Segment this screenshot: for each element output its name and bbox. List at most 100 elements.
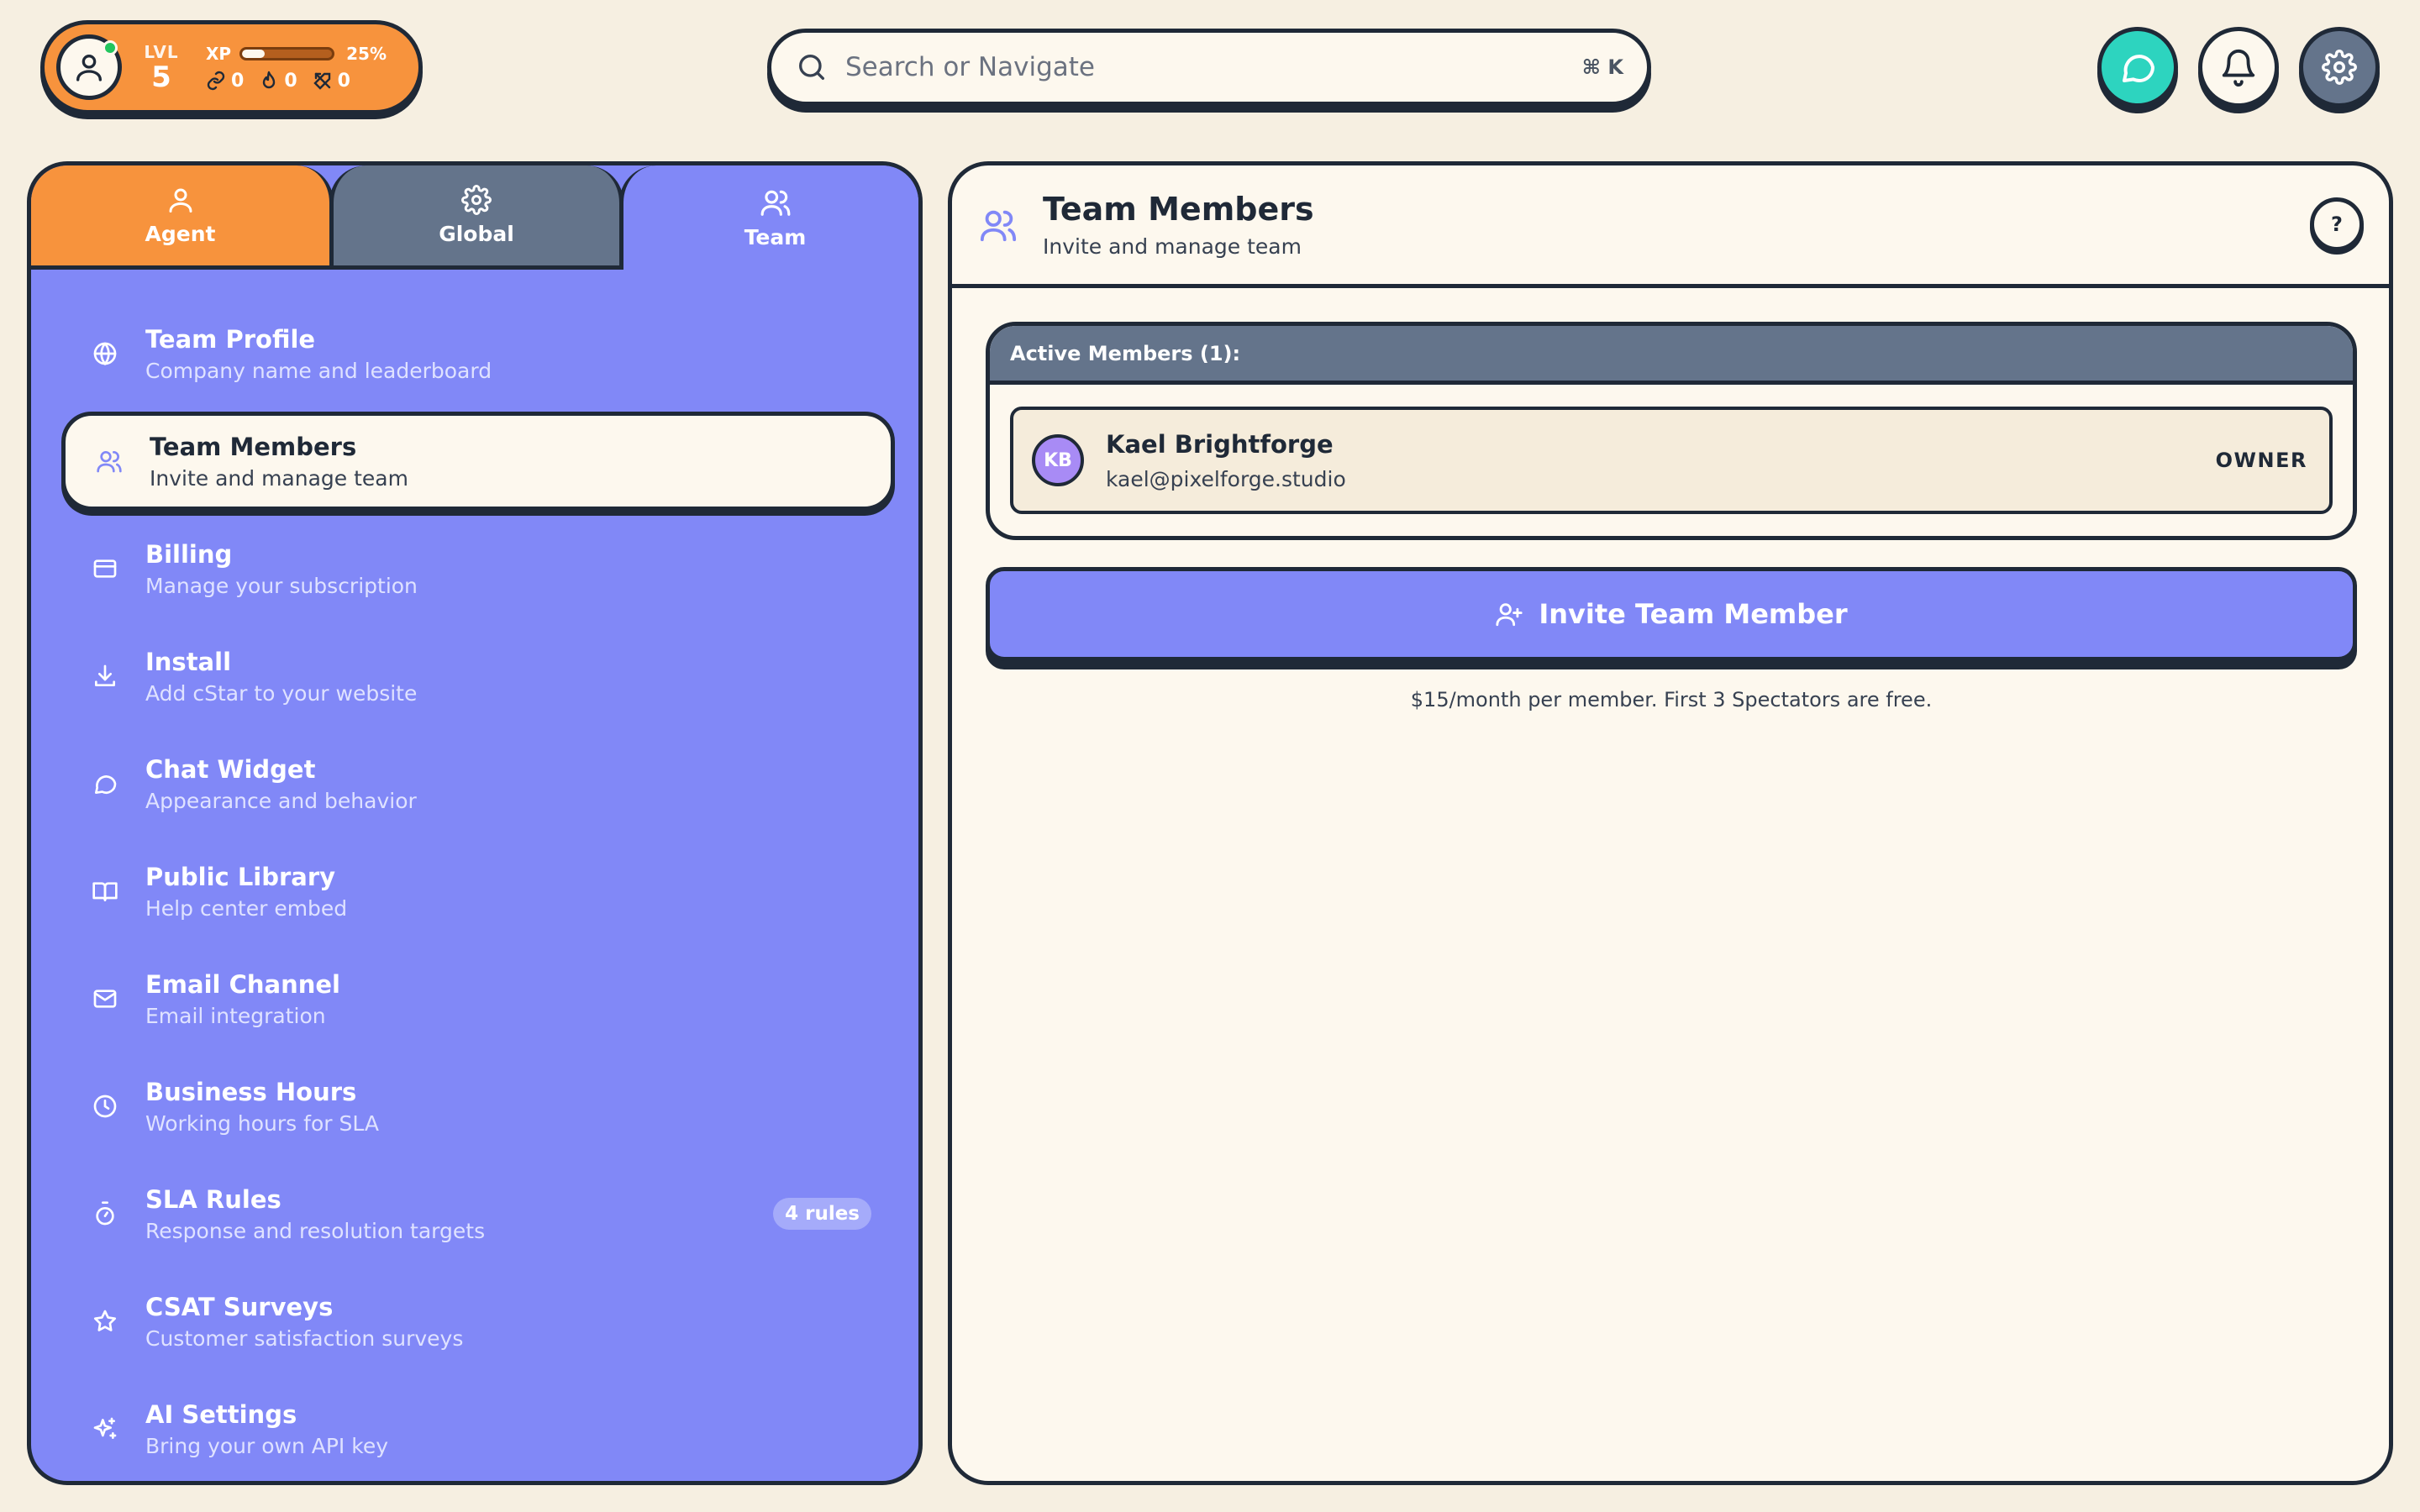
nav-item-subtitle: Response and resolution targets [145, 1218, 486, 1243]
stat-links: 0 [206, 71, 244, 92]
active-members-header: Active Members (1): [990, 326, 2353, 385]
credit-card-icon [90, 554, 120, 584]
settings-sidebar: Agent Global Team Team Profile Company na… [27, 161, 923, 1485]
mail-icon [90, 984, 120, 1014]
stat-battles: 0 [313, 71, 350, 92]
nav-item-chat-widget[interactable]: Chat Widget Appearance and behavior [61, 730, 895, 837]
tab-team[interactable]: Team [619, 165, 918, 270]
nav-item-subtitle: Bring your own API key [145, 1433, 388, 1458]
invite-team-member-button[interactable]: Invite Team Member [986, 567, 2357, 661]
nav-item-title: Install [145, 647, 232, 676]
level-value: 5 [151, 60, 171, 94]
nav-item-sla-rules[interactable]: SLA Rules Response and resolution targets… [61, 1160, 895, 1268]
settings-button[interactable] [2299, 27, 2380, 108]
sla-rules-count-badge: 4 rules [773, 1198, 871, 1230]
globe-icon [90, 339, 120, 369]
user-icon [166, 185, 196, 215]
nav-item-title: Team Members [150, 432, 357, 461]
panel-header: Team Members Invite and manage team ? [952, 165, 2389, 288]
tab-agent-label: Agent [145, 222, 216, 246]
nav-item-subtitle: Add cStar to your website [145, 680, 418, 706]
xp-percent: 25% [346, 43, 387, 64]
star-icon [90, 1306, 120, 1336]
download-icon [90, 661, 120, 691]
chat-bubble-icon [2118, 47, 2158, 87]
nav-item-title: AI Settings [145, 1399, 297, 1429]
pricing-note: $15/month per member. First 3 Spectators… [1410, 688, 1933, 711]
search-input[interactable] [845, 52, 1582, 82]
level-display: LVL 5 [140, 42, 182, 92]
tab-agent[interactable]: Agent [31, 165, 334, 270]
tab-global-label: Global [439, 222, 514, 246]
tab-global[interactable]: Global [329, 165, 623, 270]
stat-streak: 0 [259, 71, 297, 92]
nav-item-subtitle: Working hours for SLA [145, 1110, 379, 1136]
team-settings-nav: Team Profile Company name and leaderboard… [31, 300, 918, 1481]
users-icon [94, 446, 124, 476]
nav-item-title: SLA Rules [145, 1184, 281, 1214]
notifications-button[interactable] [2198, 27, 2279, 108]
nav-item-title: CSAT Surveys [145, 1292, 334, 1321]
bell-icon [2219, 48, 2258, 87]
help-button[interactable]: ? [2310, 197, 2364, 251]
nav-item-ai-settings[interactable]: AI Settings Bring your own API key [61, 1375, 895, 1481]
nav-item-billing[interactable]: Billing Manage your subscription [61, 515, 895, 622]
gear-icon [461, 185, 492, 215]
sparkles-icon [90, 1414, 120, 1444]
timer-icon [90, 1199, 120, 1229]
stat-streak-value: 0 [284, 70, 297, 92]
users-icon [979, 206, 1018, 244]
member-role-badge: OWNER [2215, 449, 2307, 472]
online-status-dot [103, 40, 118, 55]
xp-progress-fill [242, 49, 265, 58]
users-icon [760, 186, 792, 218]
nav-item-title: Team Profile [145, 324, 316, 354]
nav-item-subtitle: Help center embed [145, 895, 348, 921]
nav-item-subtitle: Company name and leaderboard [145, 358, 492, 383]
nav-item-title: Chat Widget [145, 754, 316, 784]
book-icon [90, 876, 120, 906]
stat-links-value: 0 [231, 70, 245, 92]
nav-item-public-library[interactable]: Public Library Help center embed [61, 837, 895, 945]
swords-icon [313, 71, 333, 91]
nav-item-subtitle: Manage your subscription [145, 573, 418, 598]
nav-item-title: Billing [145, 539, 233, 569]
member-row[interactable]: KB Kael Brightforge kael@pixelforge.stud… [1010, 407, 2333, 514]
player-status-pill[interactable]: LVL 5 XP 25% 0 0 0 [40, 20, 423, 114]
nav-item-business-hours[interactable]: Business Hours Working hours for SLA [61, 1053, 895, 1160]
nav-item-subtitle: Email integration [145, 1003, 326, 1028]
clock-icon [90, 1091, 120, 1121]
settings-tabs: Agent Global Team [31, 165, 918, 271]
nav-item-install[interactable]: Install Add cStar to your website [61, 622, 895, 730]
nav-item-subtitle: Invite and manage team [150, 465, 408, 491]
stat-battles-value: 0 [337, 70, 350, 92]
xp-progress-bar [239, 46, 335, 60]
chat-bubble-icon [90, 769, 120, 799]
nav-item-team-profile[interactable]: Team Profile Company name and leaderboard [61, 300, 895, 407]
nav-item-subtitle: Appearance and behavior [145, 788, 417, 813]
nav-item-title: Public Library [145, 862, 336, 891]
user-plus-icon [1495, 600, 1523, 628]
profile-avatar[interactable] [56, 34, 122, 100]
team-members-panel: Team Members Invite and manage team ? Ac… [948, 161, 2393, 1485]
nav-item-team-members[interactable]: Team Members Invite and manage team [61, 412, 895, 511]
nav-item-title: Email Channel [145, 969, 340, 999]
chat-button[interactable] [2097, 27, 2178, 108]
member-email: kael@pixelforge.studio [1106, 466, 1346, 491]
gear-icon [2322, 50, 2357, 85]
active-members-card: Active Members (1): KB Kael Brightforge … [986, 322, 2357, 540]
page-title: Team Members [1043, 191, 1314, 228]
user-icon [72, 50, 106, 84]
invite-button-label: Invite Team Member [1539, 598, 1848, 630]
link-icon [206, 71, 226, 91]
tab-team-label: Team [744, 224, 807, 249]
level-label: LVL [144, 42, 179, 62]
page-subtitle: Invite and manage team [1043, 234, 1302, 259]
member-name: Kael Brightforge [1106, 429, 1334, 459]
nav-item-title: Business Hours [145, 1077, 357, 1106]
nav-item-csat-surveys[interactable]: CSAT Surveys Customer satisfaction survey… [61, 1268, 895, 1375]
flame-icon [259, 71, 279, 91]
nav-item-subtitle: Customer satisfaction surveys [145, 1326, 464, 1351]
nav-item-email-channel[interactable]: Email Channel Email integration [61, 945, 895, 1053]
search-bar[interactable]: ⌘ K [767, 29, 1651, 106]
